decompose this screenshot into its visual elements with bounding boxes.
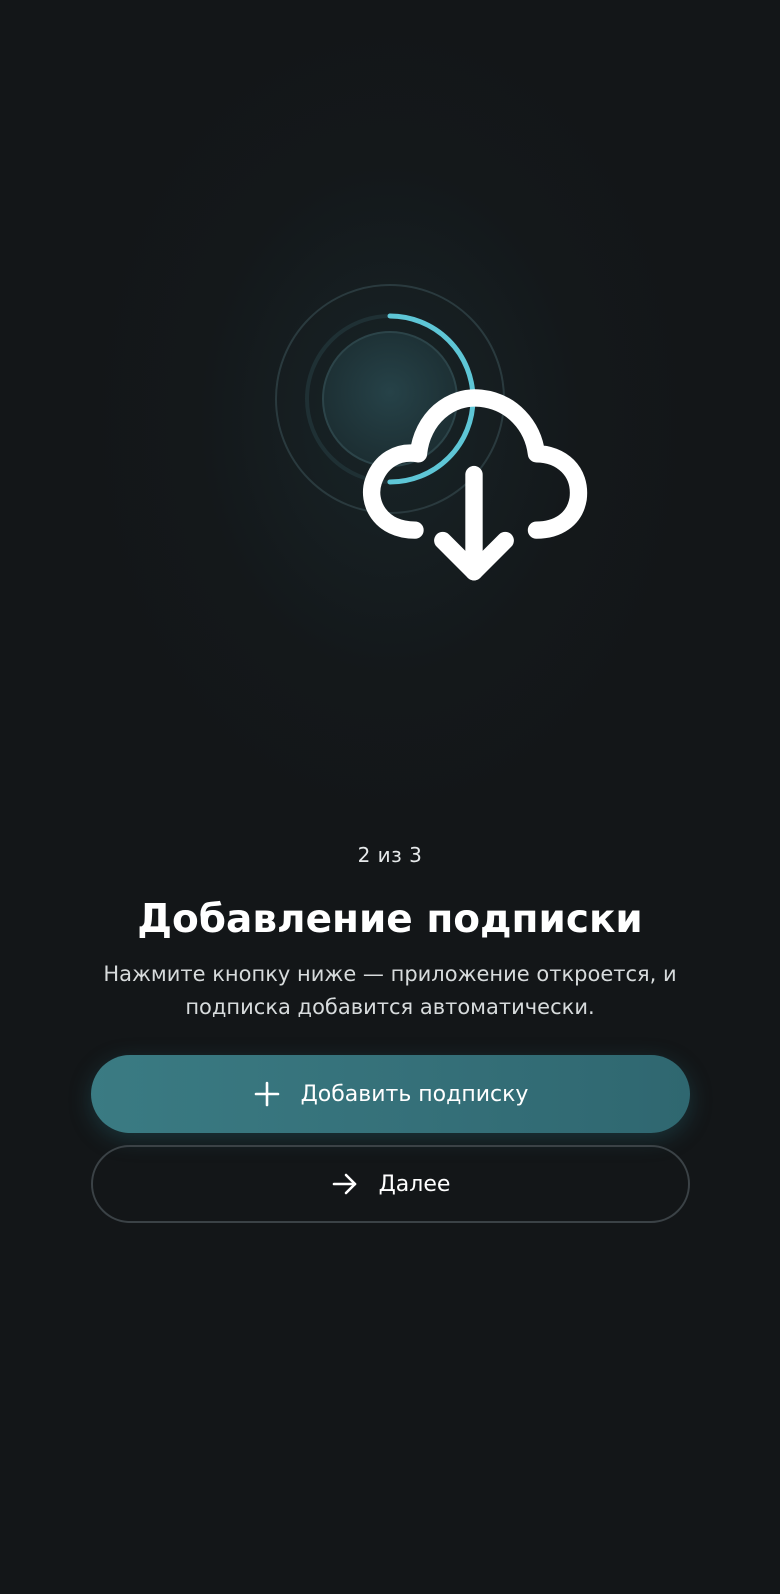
add-subscription-label: Добавить подписку bbox=[300, 1081, 529, 1107]
cloud-download-icon bbox=[356, 367, 588, 581]
onboarding-screen: 2 из 3 Добавление подписки Нажмите кнопк… bbox=[0, 0, 780, 1594]
next-label: Далее bbox=[378, 1171, 451, 1197]
page-title: Добавление подписки bbox=[137, 897, 643, 942]
add-subscription-button[interactable]: Добавить подписку bbox=[91, 1055, 690, 1133]
plus-icon bbox=[253, 1080, 281, 1108]
next-button[interactable]: Далее bbox=[91, 1145, 690, 1223]
hero-illustration bbox=[272, 281, 588, 581]
subtitle-line: Нажмите кнопку ниже — приложение откроет… bbox=[103, 962, 677, 986]
subtitle-line: подписка добавится автоматически. bbox=[185, 995, 595, 1019]
arrow-right-icon bbox=[331, 1170, 359, 1198]
page-subtitle: Нажмите кнопку ниже — приложение откроет… bbox=[90, 958, 690, 1024]
step-counter: 2 из 3 bbox=[357, 843, 423, 867]
